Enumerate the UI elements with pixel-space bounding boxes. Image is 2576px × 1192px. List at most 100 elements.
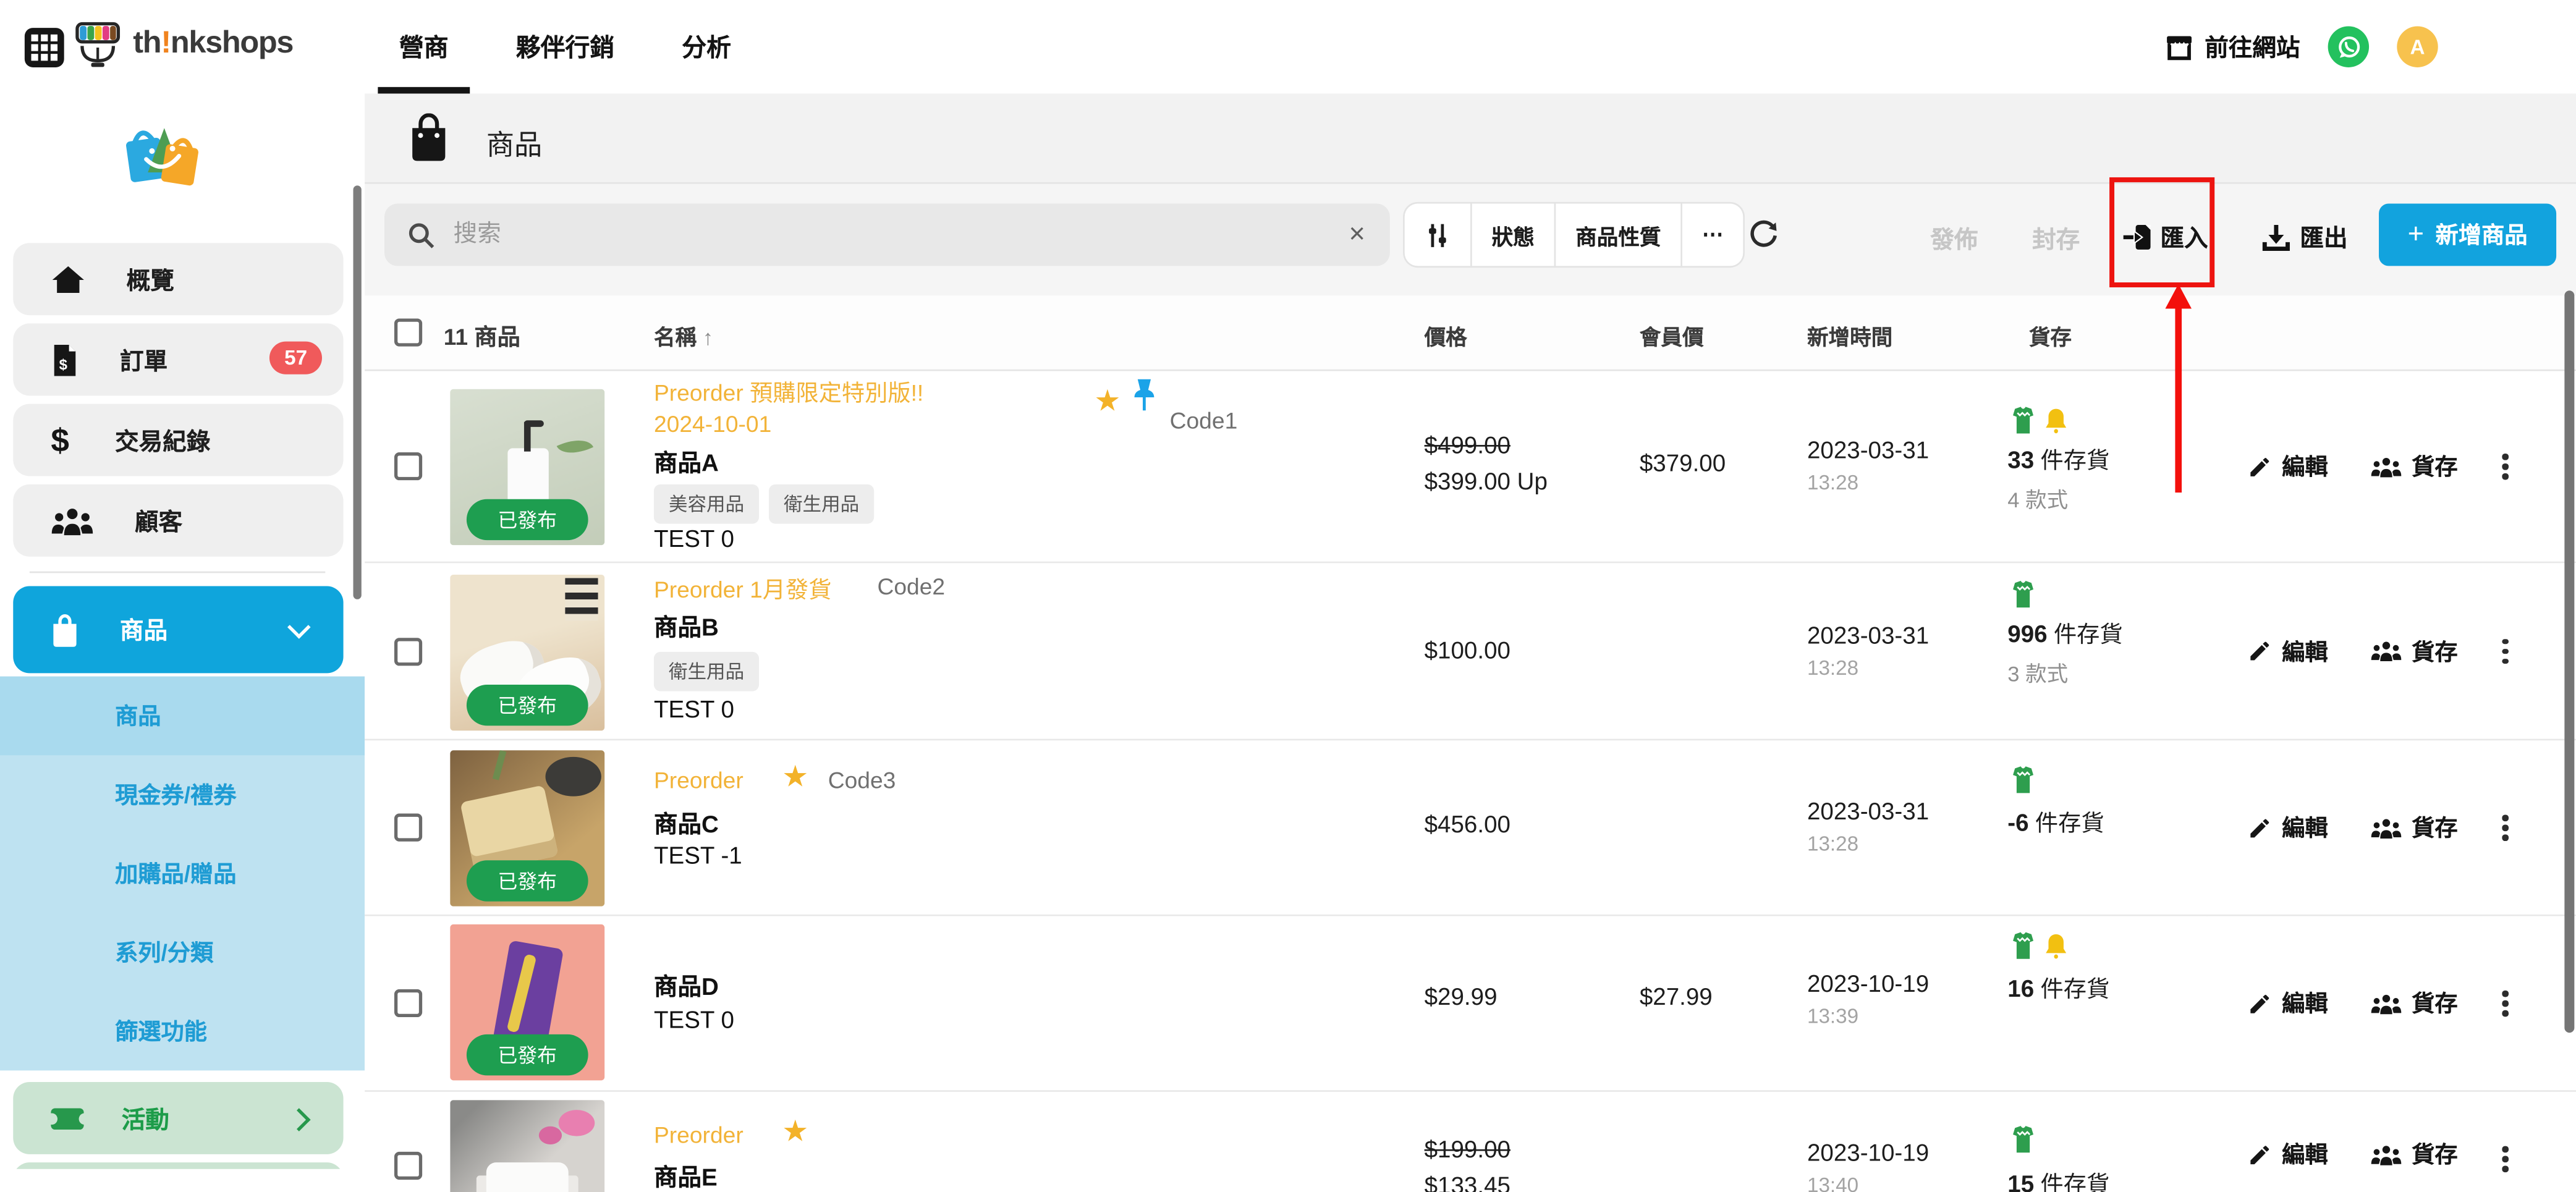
price-current: $456.00: [1425, 813, 1510, 839]
stock-button[interactable]: 貨存: [2371, 811, 2458, 844]
sort-up-icon: ↑: [703, 325, 713, 350]
archive-button[interactable]: 封存: [2032, 222, 2080, 256]
edit-button[interactable]: 編輯: [2247, 987, 2328, 1020]
edit-button[interactable]: 編輯: [2247, 635, 2328, 667]
user-avatar[interactable]: A: [2397, 27, 2438, 67]
publish-button[interactable]: 發佈: [1930, 222, 1978, 256]
edit-button[interactable]: 編輯: [2247, 1138, 2328, 1170]
refresh-icon[interactable]: [1748, 220, 1779, 251]
row-menu-icon[interactable]: [2497, 633, 2512, 669]
stock-button[interactable]: 貨存: [2371, 987, 2458, 1020]
column-header-stock[interactable]: 貨存: [2029, 320, 2072, 351]
brand-logo[interactable]: th!nkshops: [72, 20, 293, 69]
chevron-down-icon: [287, 615, 311, 639]
row-checkbox[interactable]: [394, 637, 422, 665]
filter-group: 狀態 商品性質 ⋯: [1405, 203, 1743, 266]
home-icon: [51, 263, 85, 294]
sidebar-item-products[interactable]: 商品: [13, 586, 343, 674]
stock-icons: [2007, 580, 2039, 609]
annotation-arrow-shaft: [2175, 305, 2182, 492]
table-header: 11 商品 名稱 ↑ 價格 會員價 新增時間 貨存: [365, 295, 2576, 371]
filter-sliders-button[interactable]: [1405, 203, 1472, 266]
product-image[interactable]: 已發布: [450, 750, 604, 906]
add-product-button[interactable]: + 新增商品: [2379, 203, 2556, 266]
sliders-icon: [1425, 221, 1451, 248]
sidebar-item-label: 訂單: [120, 342, 167, 377]
sidebar-item-label: 商品: [120, 612, 167, 647]
row-checkbox[interactable]: [394, 1152, 422, 1180]
products-page-icon: [407, 113, 450, 163]
row-menu-icon[interactable]: [2497, 1141, 2512, 1177]
filter-nature-button[interactable]: 商品性質: [1556, 203, 1682, 266]
created-time: 13:39: [1807, 1005, 1858, 1028]
row-checkbox[interactable]: [394, 989, 422, 1017]
page-scrollbar[interactable]: [2564, 290, 2574, 1033]
product-name: 商品E: [654, 1159, 718, 1192]
submenu-item-products[interactable]: 商品: [0, 677, 365, 756]
sidebar-item-transactions[interactable]: $ 交易紀錄: [13, 404, 343, 476]
sidebar-item-label: 交易紀錄: [115, 423, 210, 457]
stock-button[interactable]: 貨存: [2371, 635, 2458, 667]
status-badge: 已發布: [467, 860, 588, 901]
tab-analytics[interactable]: 分析: [672, 0, 741, 93]
select-all-checkbox[interactable]: [394, 318, 422, 346]
sidebar-scrollbar[interactable]: [354, 185, 362, 599]
tab-merchant[interactable]: 營商: [389, 0, 459, 93]
created-date: 2023-10-19: [1807, 972, 1929, 999]
search-clear-icon[interactable]: ×: [1349, 218, 1365, 251]
import-button[interactable]: 匯入: [2122, 220, 2208, 255]
filter-more-button[interactable]: ⋯: [1682, 203, 1743, 266]
product-image[interactable]: 已發布: [450, 389, 604, 545]
product-image[interactable]: 已發布: [450, 575, 604, 730]
search-input[interactable]: [450, 220, 1349, 250]
sidebar-item-overview[interactable]: 概覽: [13, 243, 343, 315]
column-header-price[interactable]: 價格: [1425, 320, 1467, 351]
submenu-item-vouchers[interactable]: 現金券/禮券: [0, 755, 365, 834]
submenu-item-collections[interactable]: 系列/分類: [0, 913, 365, 992]
row-checkbox[interactable]: [394, 452, 422, 480]
pushpin-icon: [1132, 378, 1156, 413]
go-to-site-button[interactable]: 前往網站: [2165, 30, 2300, 64]
stock-icons: [2007, 765, 2039, 795]
column-header-name[interactable]: 名稱 ↑: [654, 320, 713, 351]
people-icon: [2371, 455, 2402, 477]
star-icon: ★: [782, 1117, 808, 1146]
status-badge: 已發布: [467, 685, 588, 725]
sidebar: 概覽 $ 訂單 57 $ 交易紀錄 顧客: [0, 93, 365, 1192]
export-button[interactable]: 匯出: [2262, 220, 2347, 255]
submenu-item-addons[interactable]: 加購品/贈品: [0, 834, 365, 913]
people-icon: [2371, 992, 2402, 1014]
submenu-item-filters[interactable]: 篩選功能: [0, 992, 365, 1071]
row-menu-icon[interactable]: [2497, 449, 2512, 484]
sidebar-item-orders[interactable]: $ 訂單 57: [13, 323, 343, 395]
table-row-product-a: 已發布 Preorder 預購限定特別版!! 2024-10-01 ★ Code…: [365, 371, 2576, 563]
add-product-label: 新增商品: [2436, 218, 2528, 251]
people-icon: [2371, 817, 2402, 839]
search-bar[interactable]: ×: [384, 203, 1390, 266]
apps-grid-icon[interactable]: [23, 27, 66, 69]
import-icon: [2122, 223, 2152, 251]
created-date: 2023-03-31: [1807, 624, 1929, 651]
filter-status-button[interactable]: 狀態: [1472, 203, 1556, 266]
page-header: 商品: [365, 93, 2576, 184]
svg-text:$: $: [51, 423, 69, 459]
product-image[interactable]: [450, 1100, 604, 1192]
edit-button[interactable]: 編輯: [2247, 450, 2328, 483]
sidebar-item-activities[interactable]: 活動: [13, 1082, 343, 1154]
stock-button[interactable]: 貨存: [2371, 450, 2458, 483]
price-original: $199.00: [1425, 1138, 1510, 1164]
row-checkbox[interactable]: [394, 814, 422, 842]
apparel-icon: [2007, 765, 2039, 795]
whatsapp-icon[interactable]: [2328, 27, 2369, 67]
stock-button[interactable]: 貨存: [2371, 1138, 2458, 1170]
column-header-created[interactable]: 新增時間: [1807, 320, 1892, 351]
edit-button[interactable]: 編輯: [2247, 811, 2328, 844]
sidebar-item-customers[interactable]: 顧客: [13, 484, 343, 557]
column-header-member-price[interactable]: 會員價: [1640, 320, 1704, 351]
tab-partner-marketing[interactable]: 夥伴行銷: [506, 0, 624, 93]
created-date: 2023-03-31: [1807, 800, 1929, 826]
row-menu-icon[interactable]: [2497, 810, 2512, 845]
product-image[interactable]: 已發布: [450, 924, 604, 1080]
download-icon: [2262, 223, 2290, 251]
row-menu-icon[interactable]: [2497, 986, 2512, 1021]
